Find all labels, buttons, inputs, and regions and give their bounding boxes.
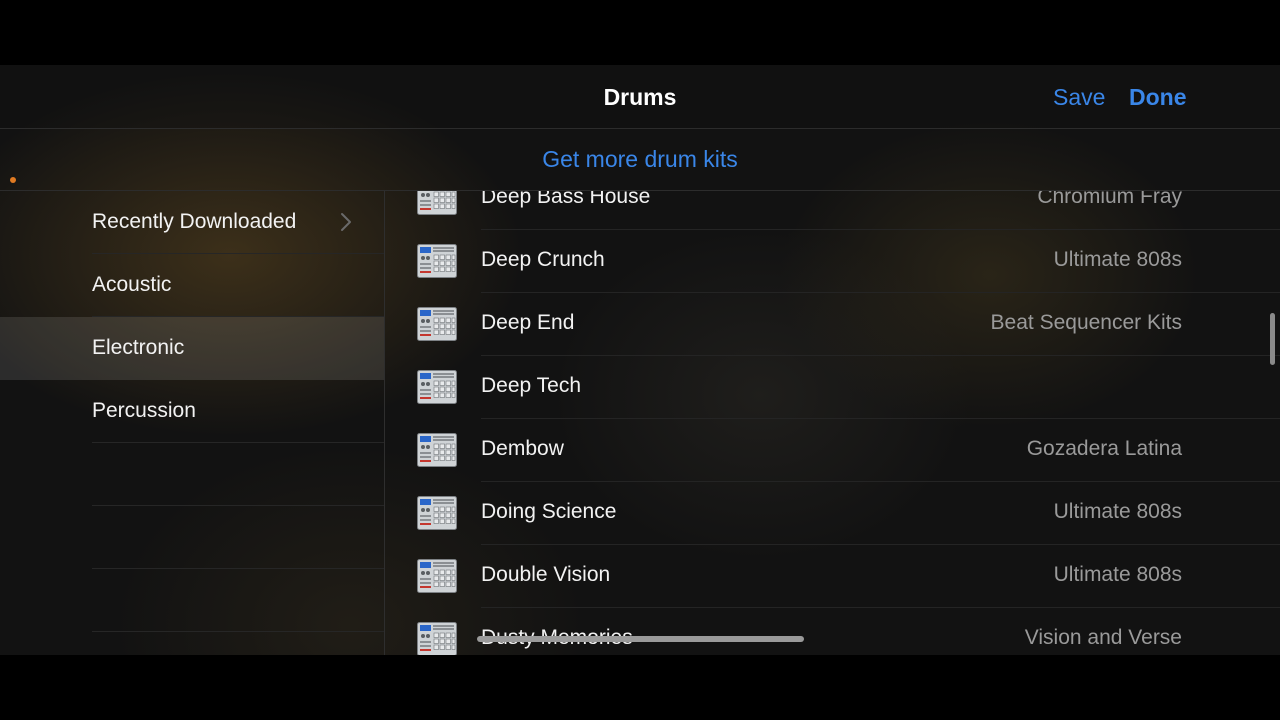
- home-indicator[interactable]: [477, 636, 804, 642]
- divider: [92, 631, 384, 632]
- sidebar-item-electronic[interactable]: Electronic: [0, 317, 384, 380]
- kit-row-dembow[interactable]: Dembow Gozadera Latina: [385, 419, 1280, 482]
- sidebar-item-label: Electronic: [92, 336, 185, 359]
- save-button[interactable]: Save: [1053, 84, 1105, 111]
- drum-machine-icon: [417, 307, 457, 341]
- sidebar-item-label: Recently Downloaded: [92, 210, 297, 233]
- done-button[interactable]: Done: [1129, 84, 1187, 111]
- drum-machine-icon: [417, 496, 457, 530]
- kit-pack: Chromium Fray: [1037, 191, 1182, 208]
- sidebar-item-acoustic[interactable]: Acoustic: [0, 254, 384, 317]
- kit-name: Double Vision: [481, 563, 611, 586]
- sidebar-item-percussion[interactable]: Percussion: [0, 380, 384, 443]
- kit-row-deep-end[interactable]: Deep End Beat Sequencer Kits: [385, 293, 1280, 356]
- kit-name: Deep Bass House: [481, 191, 651, 208]
- sidebar-item-recently-downloaded[interactable]: Recently Downloaded: [0, 191, 384, 254]
- kit-name: Dembow: [481, 437, 564, 460]
- kit-pack: Ultimate 808s: [1053, 248, 1182, 271]
- drum-machine-icon: [417, 244, 457, 278]
- drum-machine-icon: [417, 559, 457, 593]
- get-more-bar: Get more drum kits: [0, 129, 1280, 191]
- kit-row-dusty-memories[interactable]: Dusty Memories Vision and Verse: [385, 608, 1280, 655]
- kit-row-deep-tech[interactable]: Deep Tech: [385, 356, 1280, 419]
- empty-row: [0, 443, 384, 506]
- kit-pack: Ultimate 808s: [1053, 500, 1182, 523]
- drum-machine-icon: [417, 370, 457, 404]
- kit-row-deep-crunch[interactable]: Deep Crunch Ultimate 808s: [385, 230, 1280, 293]
- kit-name: Deep End: [481, 311, 575, 334]
- empty-row: [0, 506, 384, 569]
- kit-pack: Gozadera Latina: [1026, 437, 1182, 460]
- sidebar-item-label: Acoustic: [92, 273, 172, 296]
- category-sidebar: Recently Downloaded Acoustic Electronic …: [0, 191, 385, 655]
- kit-row-deep-bass-house[interactable]: Deep Bass House Chromium Fray: [385, 191, 1280, 230]
- kit-row-double-vision[interactable]: Double Vision Ultimate 808s: [385, 545, 1280, 608]
- kit-pack: Ultimate 808s: [1053, 563, 1182, 586]
- vertical-scrollbar[interactable]: [1270, 313, 1275, 365]
- kit-row-doing-science[interactable]: Doing Science Ultimate 808s: [385, 482, 1280, 545]
- sidebar-item-label: Percussion: [92, 399, 196, 422]
- empty-row: [0, 569, 384, 632]
- kit-pack: Beat Sequencer Kits: [990, 311, 1182, 334]
- kit-name: Doing Science: [481, 500, 617, 523]
- nav-bar: Drums Save Done: [0, 65, 1280, 129]
- status-dot: [10, 177, 16, 183]
- kit-name: Deep Crunch: [481, 248, 605, 271]
- drums-browser: Drums Save Done Get more drum kits Recen…: [0, 65, 1280, 655]
- drum-kit-list[interactable]: Deep Bass House Chromium Fray Deep Crunc…: [385, 191, 1280, 655]
- kit-pack: Vision and Verse: [1024, 626, 1182, 649]
- kit-name: Deep Tech: [481, 374, 582, 397]
- drum-machine-icon: [417, 433, 457, 467]
- drum-machine-icon: [417, 622, 457, 655]
- get-more-drum-kits-link[interactable]: Get more drum kits: [0, 146, 1280, 173]
- drum-machine-icon: [417, 191, 457, 215]
- chevron-right-icon: [341, 213, 351, 231]
